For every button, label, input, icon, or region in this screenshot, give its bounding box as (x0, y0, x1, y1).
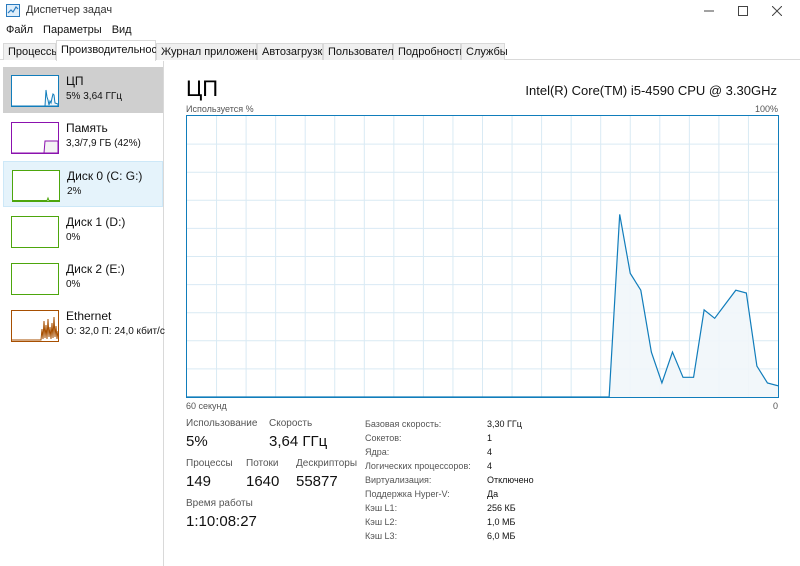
ethernet-thumbnail (11, 310, 59, 342)
property-row: Кэш L3: 6,0 МБ (365, 531, 585, 545)
sidebar-item-name: Диск 0 (C: G:) (67, 169, 143, 183)
property-value: 4 (487, 461, 493, 471)
tab-app-history[interactable]: Журнал приложений (156, 43, 267, 60)
sidebar-item-name: ЦП (66, 74, 84, 88)
property-label: Кэш L2: (365, 517, 398, 527)
page-title: ЦП (186, 76, 219, 101)
sidebar-item-sub: 0% (66, 279, 81, 290)
menu-view[interactable]: Вид (110, 22, 136, 40)
cpu-thumbnail-graph (12, 89, 58, 106)
processes-label: Процессы (186, 458, 233, 469)
property-label: Сокетов: (365, 433, 402, 443)
threads-value: 1640 (246, 473, 280, 490)
memory-thumbnail-graph (12, 140, 58, 153)
disk-1-thumbnail (11, 216, 59, 248)
graph-x-label: 60 секунд (186, 401, 227, 411)
property-value: 4 (487, 447, 493, 457)
sidebar-item-sub: 0% (66, 232, 81, 243)
sidebar-item-disk-0[interactable]: Диск 0 (C: G:) 2% (3, 161, 163, 207)
sidebar-item-sub: 5% 3,64 ГГц (66, 91, 123, 102)
property-label: Кэш L1: (365, 503, 398, 513)
tab-startup[interactable]: Автозагрузка (257, 43, 329, 60)
sidebar-item-sub: О: 32,0 П: 24,0 кбит/с (66, 326, 165, 337)
property-label: Базовая скорость: (365, 419, 442, 429)
property-row: Базовая скорость: 3,30 ГГц (365, 419, 585, 433)
menu-file[interactable]: Файл (4, 22, 37, 40)
menu-bar: Файл Параметры Вид (0, 22, 800, 40)
ethernet-thumbnail-graph (12, 316, 58, 341)
property-label: Виртуализация: (365, 475, 432, 485)
property-label: Логических процессоров: (365, 461, 471, 471)
tab-strip: Процессы Производительность Журнал прило… (0, 40, 800, 61)
property-label: Кэш L3: (365, 531, 398, 541)
task-manager-icon (6, 4, 20, 17)
maximize-icon (738, 6, 748, 16)
sidebar-item-memory[interactable]: Память 3,3/7,9 ГБ (42%) (3, 114, 163, 160)
uptime-value: 1:10:08:27 (186, 513, 257, 530)
close-button[interactable] (754, 0, 800, 22)
property-label: Ядра: (365, 447, 390, 457)
sidebar-item-disk-1[interactable]: Диск 1 (D:) 0% (3, 208, 163, 254)
handles-label: Дескрипторы (296, 458, 358, 469)
memory-thumbnail (11, 122, 59, 154)
disk-0-thumbnail-graph (13, 196, 59, 201)
property-row: Кэш L2: 1,0 МБ (365, 517, 585, 531)
sidebar-item-name: Ethernet (66, 309, 112, 323)
cpu-usage-graph-canvas (187, 116, 779, 398)
tab-details[interactable]: Подробности (393, 43, 466, 60)
speed-label: Скорость (269, 418, 313, 429)
property-value: 1 (487, 433, 493, 443)
uptime-label: Время работы (186, 498, 253, 509)
tab-services[interactable]: Службы (461, 43, 508, 60)
sidebar-item-ethernet[interactable]: Ethernet О: 32,0 П: 24,0 кбит/с (3, 302, 165, 348)
sidebar-item-name: Диск 1 (D:) (66, 215, 126, 229)
sidebar-item-sub: 2% (67, 186, 82, 197)
cpu-properties: Базовая скорость: 3,30 ГГц Сокетов: 1 Яд… (365, 419, 585, 545)
property-value: Да (487, 489, 499, 499)
sidebar-item-sub: 3,3/7,9 ГБ (42%) (66, 138, 141, 149)
processes-value: 149 (186, 473, 212, 490)
sidebar-item-disk-2[interactable]: Диск 2 (E:) 0% (3, 255, 163, 301)
minimize-icon (704, 10, 714, 12)
property-row: Ядра: 4 (365, 447, 585, 461)
property-value: Отключено (487, 475, 534, 485)
disk-2-thumbnail (11, 263, 59, 295)
window-title: Диспетчер задач (26, 4, 113, 16)
tab-users[interactable]: Пользователи (323, 43, 400, 60)
threads-label: Потоки (246, 458, 279, 469)
graph-y-label: Используется % (186, 104, 254, 114)
property-row: Логических процессоров: 4 (365, 461, 585, 475)
usage-value: 5% (186, 433, 208, 450)
property-row: Кэш L1: 256 КБ (365, 503, 585, 517)
property-label: Поддержка Hyper-V: (365, 489, 450, 499)
cpu-panel: ЦП Intel(R) Core(TM) i5-4590 CPU @ 3.30G… (165, 61, 800, 566)
property-row: Виртуализация: Отключено (365, 475, 585, 489)
resource-sidebar: ЦП 5% 3,64 ГГц Память 3,3/7,9 ГБ (42%) Д… (0, 61, 165, 566)
property-value: 3,30 ГГц (487, 419, 522, 429)
handles-value: 55877 (296, 473, 338, 490)
property-row: Поддержка Hyper-V: Да (365, 489, 585, 503)
menu-options[interactable]: Параметры (41, 22, 106, 40)
cpu-thumbnail (11, 75, 59, 107)
cpu-usage-graph (186, 115, 779, 398)
sidebar-item-name: Память (66, 121, 108, 135)
disk-0-thumbnail (12, 170, 60, 202)
property-value: 6,0 МБ (487, 531, 516, 541)
close-icon (772, 6, 782, 16)
property-row: Сокетов: 1 (365, 433, 585, 447)
graph-x-end-label: 0 (772, 401, 778, 411)
cpu-model-name: Intel(R) Core(TM) i5-4590 CPU @ 3.30GHz (525, 83, 777, 98)
sidebar-item-name: Диск 2 (E:) (66, 262, 125, 276)
tab-processes[interactable]: Процессы (3, 43, 59, 60)
sidebar-item-cpu[interactable]: ЦП 5% 3,64 ГГц (3, 67, 163, 113)
title-bar: Диспетчер задач (0, 0, 800, 22)
property-value: 256 КБ (487, 503, 516, 513)
speed-value: 3,64 ГГц (269, 433, 328, 450)
tab-performance[interactable]: Производительность (56, 40, 168, 61)
usage-label: Использование (186, 418, 258, 429)
graph-y-max-label: 100% (754, 104, 778, 114)
property-value: 1,0 МБ (487, 517, 516, 527)
